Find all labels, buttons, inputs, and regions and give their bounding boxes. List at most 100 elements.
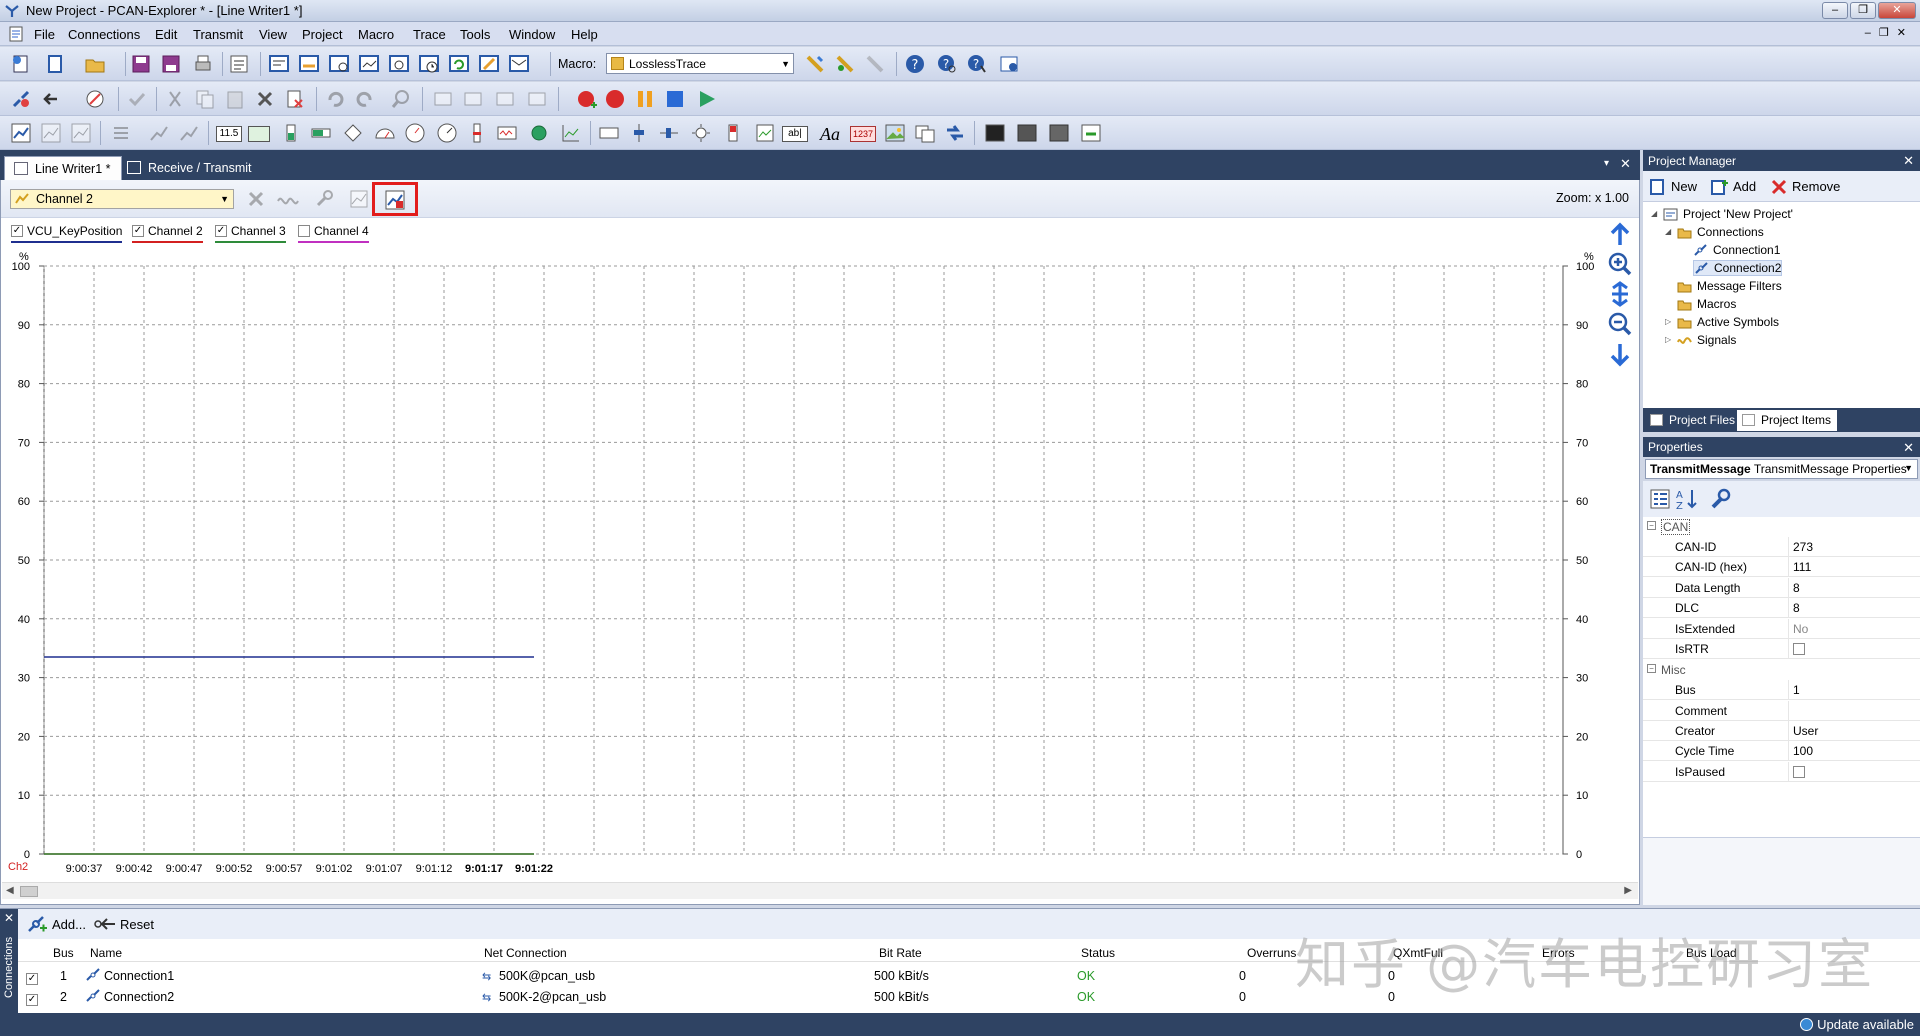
header-net-connection[interactable]: Net Connection	[484, 946, 567, 960]
header-bus[interactable]: Bus	[53, 946, 74, 960]
legend-channel-3[interactable]: ✓ Channel 3	[215, 224, 286, 243]
tree-item-macros[interactable]: Macros	[1677, 297, 1736, 311]
new-button[interactable]: New	[1649, 179, 1697, 195]
line-writer-icon-2[interactable]	[40, 122, 62, 144]
slider-icon[interactable]	[466, 122, 488, 144]
cut-icon[interactable]	[164, 88, 186, 110]
record-add-icon[interactable]	[576, 88, 598, 110]
new-project-icon[interactable]	[10, 53, 32, 75]
expand-icon[interactable]: ▷	[1665, 335, 1671, 344]
wrench-icon[interactable]	[314, 189, 334, 209]
menu-trace[interactable]: Trace	[413, 27, 446, 42]
chart-settings-icon[interactable]	[349, 189, 369, 209]
scroll-right-icon[interactable]: ▶	[1624, 885, 1632, 896]
loop-window-icon[interactable]	[388, 53, 410, 75]
tab-project-items[interactable]: Project Items	[1737, 410, 1838, 431]
transmit-window-icon[interactable]	[298, 53, 320, 75]
connect-icon[interactable]	[10, 88, 32, 110]
collapse-icon[interactable]: ◢	[1651, 209, 1657, 218]
reset-arrow-icon[interactable]	[94, 917, 116, 931]
prop-comment[interactable]: Comment	[1643, 701, 1920, 721]
vertical-slider-icon[interactable]	[628, 122, 650, 144]
led-icon[interactable]	[528, 122, 550, 144]
battery-icon[interactable]	[722, 122, 744, 144]
horizontal-bar-icon[interactable]	[310, 122, 332, 144]
arrow-up-icon[interactable]	[1607, 222, 1633, 248]
check-icon[interactable]	[126, 88, 148, 110]
font-icon[interactable]: Aa	[820, 124, 840, 145]
prop-can-id-hex[interactable]: CAN-ID (hex) 111	[1643, 557, 1920, 577]
save-icon[interactable]	[130, 53, 152, 75]
print-icon[interactable]	[192, 53, 214, 75]
arrow-down-icon[interactable]	[1607, 341, 1633, 367]
numeric-display-icon[interactable]: 11.5	[216, 126, 242, 142]
tab-receive-transmit[interactable]: Receive / Transmit	[118, 156, 262, 180]
minimize-button[interactable]: –	[1822, 2, 1848, 19]
prop-value[interactable]: 8	[1788, 598, 1920, 618]
prop-value[interactable]: 111	[1788, 557, 1920, 577]
open-folder-icon[interactable]	[84, 53, 106, 75]
list-icon[interactable]	[110, 122, 132, 144]
window-layout-icon[interactable]	[914, 122, 936, 144]
remove-button[interactable]: Remove	[1770, 179, 1840, 195]
pause-icon[interactable]	[634, 88, 656, 110]
chart-edit-icon[interactable]	[148, 122, 170, 144]
numeric-edit-icon[interactable]	[248, 126, 270, 142]
find-icon[interactable]	[390, 88, 412, 110]
isrtr-checkbox[interactable]	[1793, 643, 1805, 655]
prop-value[interactable]: 1	[1788, 680, 1920, 700]
legend-channel-4[interactable]: Channel 4	[298, 224, 369, 243]
mail-window-icon[interactable]	[508, 53, 530, 75]
tab-line-writer[interactable]: Line Writer1 *	[4, 156, 122, 180]
menu-transmit[interactable]: Transmit	[193, 27, 243, 42]
gauge-icon[interactable]	[404, 122, 426, 144]
tree-item-message-filters[interactable]: Message Filters	[1677, 279, 1782, 293]
collapse-icon[interactable]: −	[1647, 664, 1656, 673]
menu-connections[interactable]: Connections	[68, 27, 140, 42]
panel-export-icon[interactable]	[1080, 122, 1102, 144]
expand-icon[interactable]: ▷	[1665, 317, 1671, 326]
message-edit-icon[interactable]	[462, 88, 484, 110]
image-control-icon[interactable]	[754, 122, 776, 144]
line-writer-icon[interactable]	[10, 122, 32, 144]
dial-icon[interactable]	[436, 122, 458, 144]
stop-macro-icon[interactable]	[864, 53, 886, 75]
prop-value[interactable]: 100	[1788, 741, 1920, 761]
macro-select[interactable]: LosslessTrace ▼	[606, 53, 794, 74]
channel-select[interactable]: Channel 2 ▼	[10, 189, 234, 209]
disconnect-dropdown-icon[interactable]	[42, 88, 64, 110]
prop-dlc[interactable]: DLC 8	[1643, 598, 1920, 618]
panel-icon-2[interactable]	[1016, 122, 1038, 144]
header-name[interactable]: Name	[90, 946, 122, 960]
horizontal-slider-icon[interactable]	[658, 122, 680, 144]
menu-project[interactable]: Project	[302, 27, 342, 42]
sort-alphabetical-icon[interactable]: AZ	[1675, 488, 1699, 510]
tab-project-files[interactable]: Project Files	[1645, 410, 1741, 431]
properties-icon[interactable]	[228, 53, 250, 75]
prop-value[interactable]: No	[1788, 619, 1920, 639]
close-icon[interactable]: ✕	[4, 911, 14, 925]
prop-value[interactable]: User	[1788, 721, 1920, 741]
close-document-icon[interactable]: ✕	[1620, 156, 1631, 172]
copy-icon[interactable]	[194, 88, 216, 110]
menu-edit[interactable]: Edit	[155, 27, 177, 42]
message-icon[interactable]	[432, 88, 454, 110]
prop-can-id[interactable]: CAN-ID 273	[1643, 537, 1920, 557]
tree-item-active-symbols[interactable]: ▷ Active Symbols	[1665, 315, 1779, 329]
properties-object-select[interactable]: TransmitMessage TransmitMessage Properti…	[1645, 459, 1918, 479]
chart-edit-icon-2[interactable]	[178, 122, 200, 144]
stop-icon[interactable]	[664, 88, 686, 110]
undo-icon[interactable]	[324, 88, 346, 110]
picture-icon[interactable]	[884, 122, 906, 144]
diamond-indicator-icon[interactable]	[342, 122, 364, 144]
context-help-icon[interactable]: ?	[966, 53, 988, 75]
tree-item-connections[interactable]: ◢ Connections	[1665, 225, 1764, 239]
refresh-window-icon[interactable]	[448, 53, 470, 75]
collapse-icon[interactable]: ◢	[1665, 227, 1671, 236]
collapse-icon[interactable]: −	[1647, 521, 1656, 530]
run-macro-step-icon[interactable]	[834, 53, 856, 75]
reset-button[interactable]: Reset	[120, 917, 154, 932]
prop-isextended[interactable]: IsExtended No	[1643, 619, 1920, 639]
header-overruns[interactable]: Overruns	[1247, 946, 1296, 960]
save-all-icon[interactable]	[160, 53, 182, 75]
